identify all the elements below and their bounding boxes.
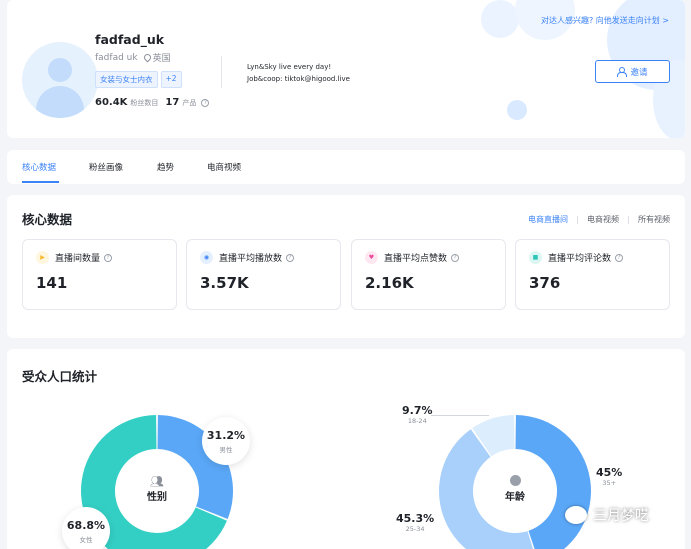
metric-value: 2.16K [365,274,414,292]
profile-stats: 60.4K 粉丝数目 17 产品 ? [95,97,210,108]
help-icon[interactable]: ? [451,253,460,262]
metric-card-avg-likes: ♥ 直播平均点赞数? 2.16K [351,239,506,310]
decor-circle [507,100,527,120]
age-percent: 9.7% [402,404,433,417]
invite-label: 邀请 [630,67,648,78]
gender-center: 👥︎ 性别 [135,475,179,503]
active-tab-indicator [22,181,59,183]
more-tags-badge[interactable]: +2 [160,71,182,88]
comment-icon: ■ [529,251,542,264]
age-center: 年龄 [493,475,537,503]
profile-card: fadfad_uk fadfad uk 英国 女装与女士内衣 +2 60.4K … [7,0,685,138]
tab-core-data[interactable]: 核心数据 [22,161,56,173]
metric-card-live-count: ▶ 直播间数量? 141 [22,239,177,310]
age-label-18-24: 9.7% 18-24 [402,404,433,425]
help-icon[interactable]: ? [286,253,295,262]
male-percent: 31.2% [206,429,246,442]
age-label-25-34: 45.3% 25-34 [396,512,434,533]
watermark: 三月梦呓 [565,505,649,525]
metric-card-avg-views: ◉ 直播平均播放数? 3.57K [186,239,341,310]
age-center-label: 年龄 [505,492,525,503]
leader-line [431,415,489,416]
tab-ecommerce-videos[interactable]: 电商视频 [207,161,241,173]
metric-card-avg-comments: ■ 直播平均评论数? 376 [515,239,670,310]
decor-circle [481,0,519,38]
profile-handle: fadfad uk [95,52,138,63]
male-label: 男性 [219,446,233,454]
help-icon[interactable]: ? [104,253,113,262]
location: 英国 [142,51,171,64]
age-percent: 45% [596,466,623,479]
gender-center-label: 性别 [147,492,167,503]
location-pin-icon [142,52,153,63]
age-label-35-plus: 45% 35+ [596,466,622,487]
metric-label: 直播平均点赞数? [384,251,460,264]
subtab-all-videos[interactable]: 所有视频 [638,214,670,225]
bio-line: Lyn&Sky live every day! [247,63,332,71]
heart-icon: ♥ [365,251,378,264]
followers-count: 60.4K [95,97,128,108]
play-icon: ▶ [36,251,49,264]
age-range: 18-24 [407,417,427,425]
metric-value: 3.57K [200,274,249,292]
female-percent: 68.8% [66,519,106,532]
avatar [22,42,98,118]
profile-name: fadfad_uk [95,32,165,47]
tab-trends[interactable]: 趋势 [157,161,174,173]
divider [221,56,222,88]
wechat-icon [565,506,587,524]
outreach-link[interactable]: 对达人感兴趣? 向他发送走向计划 > [541,15,669,26]
female-label: 女性 [79,536,93,544]
followers-label: 粉丝数目 [130,98,159,107]
help-icon[interactable]: ? [615,253,624,262]
metric-value: 376 [529,274,561,292]
metric-label: 直播平均播放数? [219,251,295,264]
user-add-icon [617,67,628,77]
bio-line: Job&coop: tiktok@higood.live [247,75,350,83]
subtab-ecommerce-videos[interactable]: 电商视频 [587,214,619,225]
products-label: 产品 [182,98,197,107]
people-icon: 👥︎ [150,475,164,488]
age-range: 35+ [602,479,617,487]
eye-icon: ◉ [200,251,213,264]
tab-bar: 核心数据 粉丝画像 趋势 电商视频 [7,150,685,184]
help-icon[interactable]: ? [201,98,210,107]
metric-value: 141 [36,274,68,292]
section-title: 核心数据 [22,212,73,227]
tab-fan-profile[interactable]: 粉丝画像 [89,161,123,173]
female-share-bubble: 68.8% 女性 [62,507,110,549]
male-share-bubble: 31.2% 男性 [202,417,250,465]
invite-button[interactable]: 邀请 [595,60,670,83]
bio: Lyn&Sky live every day! Job&coop: tiktok… [247,61,350,85]
category-tags: 女装与女士内衣 +2 [95,71,182,88]
metric-label: 直播平均评论数? [548,251,624,264]
profile-subline: fadfad uk 英国 [95,51,171,65]
age-range: 25-34 [405,525,425,533]
metric-label: 直播间数量? [55,251,113,264]
clock-icon [509,475,521,486]
subtab-live-rooms[interactable]: 电商直播间 [528,214,568,225]
category-tag[interactable]: 女装与女士内衣 [95,71,158,88]
products-count: 17 [165,97,180,108]
section-title: 受众人口统计 [22,369,98,384]
core-data-card: 核心数据 电商直播间 电商视频 所有视频 ▶ 直播间数量? 141 ◉ 直播平均… [7,195,685,338]
age-percent: 45.3% [396,512,435,525]
data-source-tabs: 电商直播间 电商视频 所有视频 [528,214,670,225]
